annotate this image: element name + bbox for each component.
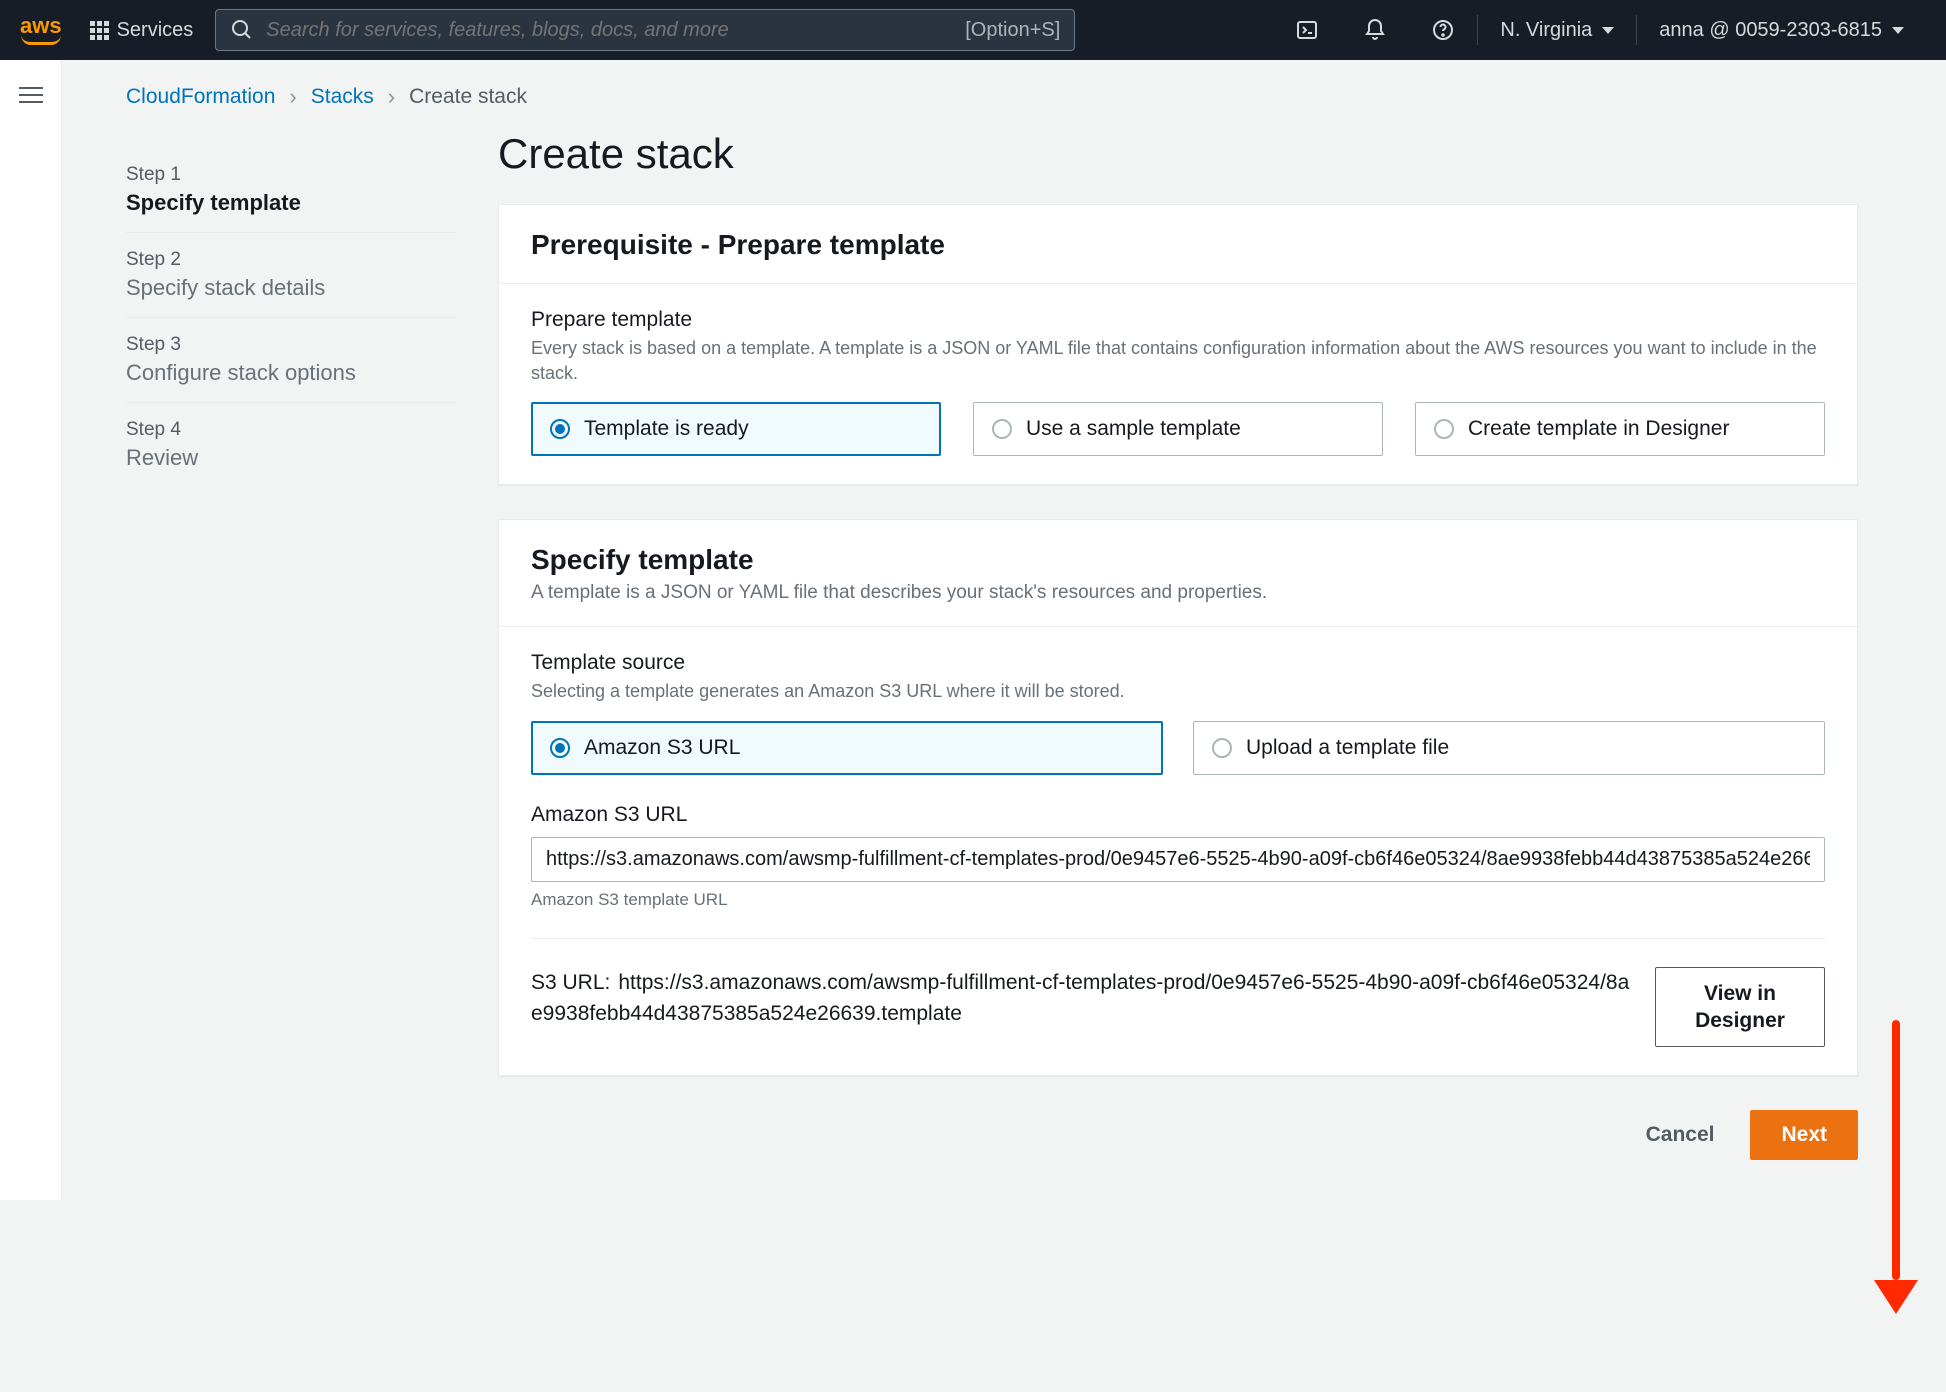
chevron-right-icon: › (289, 84, 296, 110)
wizard-step-1[interactable]: Step 1 Specify template (126, 148, 456, 233)
breadcrumb-stacks[interactable]: Stacks (311, 85, 374, 109)
nav-icons: N. Virginia anna @ 0059-2303-6815 (1273, 10, 1926, 50)
notifications-icon[interactable] (1341, 10, 1409, 50)
hamburger-icon (19, 82, 43, 108)
panel2-header: Specify template (531, 544, 1825, 576)
page-title: Create stack (498, 130, 1858, 178)
search-shortcut: [Option+S] (965, 19, 1060, 42)
template-source-desc: Selecting a template generates an Amazon… (531, 679, 1825, 704)
cancel-button[interactable]: Cancel (1624, 1110, 1737, 1160)
services-menu[interactable]: Services (80, 13, 204, 48)
wizard-step-2[interactable]: Step 2 Specify stack details (126, 233, 456, 318)
chevron-right-icon: › (388, 84, 395, 110)
top-nav: aws Services [Option+S] N. Virginia anna… (0, 0, 1946, 60)
s3-url-input[interactable] (531, 837, 1825, 882)
option-sample-template[interactable]: Use a sample template (973, 402, 1383, 456)
template-source-label: Template source (531, 651, 1825, 675)
option-upload-file[interactable]: Upload a template file (1193, 721, 1825, 775)
breadcrumb-current: Create stack (409, 85, 527, 109)
radio-icon (992, 419, 1012, 439)
s3-url-hint: Amazon S3 template URL (531, 890, 1825, 910)
grid-icon (90, 21, 109, 40)
side-panel-toggle[interactable] (0, 60, 62, 1200)
next-button[interactable]: Next (1750, 1110, 1858, 1160)
breadcrumb: CloudFormation › Stacks › Create stack (62, 60, 1946, 110)
radio-icon (1434, 419, 1454, 439)
search-icon (230, 18, 254, 42)
s3-url-display: S3 URL:https://s3.amazonaws.com/awsmp-fu… (531, 967, 1633, 1030)
view-in-designer-button[interactable]: View in Designer (1655, 967, 1825, 1048)
chevron-down-icon (1892, 27, 1904, 34)
chevron-down-icon (1602, 27, 1614, 34)
aws-logo[interactable]: aws (20, 15, 62, 45)
region-selector[interactable]: N. Virginia (1478, 19, 1636, 42)
option-template-ready[interactable]: Template is ready (531, 402, 941, 456)
prepare-template-label: Prepare template (531, 308, 1825, 332)
panel-specify-template: Specify template A template is a JSON or… (498, 519, 1858, 1076)
footer-actions: Cancel Next (498, 1110, 1858, 1160)
wizard-step-4[interactable]: Step 4 Review (126, 403, 456, 487)
radio-icon (550, 738, 570, 758)
option-s3-url[interactable]: Amazon S3 URL (531, 721, 1163, 775)
wizard-steps: Step 1 Specify template Step 2 Specify s… (126, 130, 456, 1160)
radio-icon (550, 419, 570, 439)
cloudshell-icon[interactable] (1273, 10, 1341, 50)
global-search[interactable]: [Option+S] (215, 9, 1075, 51)
prepare-template-desc: Every stack is based on a template. A te… (531, 336, 1825, 386)
panel2-sub: A template is a JSON or YAML file that d… (531, 582, 1825, 604)
services-label: Services (117, 19, 194, 42)
s3-url-label: Amazon S3 URL (531, 803, 1825, 827)
panel1-header: Prerequisite - Prepare template (531, 229, 1825, 261)
breadcrumb-cloudformation[interactable]: CloudFormation (126, 85, 275, 109)
search-input[interactable] (266, 19, 953, 42)
panel-prerequisite: Prerequisite - Prepare template Prepare … (498, 204, 1858, 485)
help-icon[interactable] (1409, 10, 1477, 50)
radio-icon (1212, 738, 1232, 758)
option-designer[interactable]: Create template in Designer (1415, 402, 1825, 456)
user-menu[interactable]: anna @ 0059-2303-6815 (1637, 19, 1926, 42)
wizard-step-3[interactable]: Step 3 Configure stack options (126, 318, 456, 403)
